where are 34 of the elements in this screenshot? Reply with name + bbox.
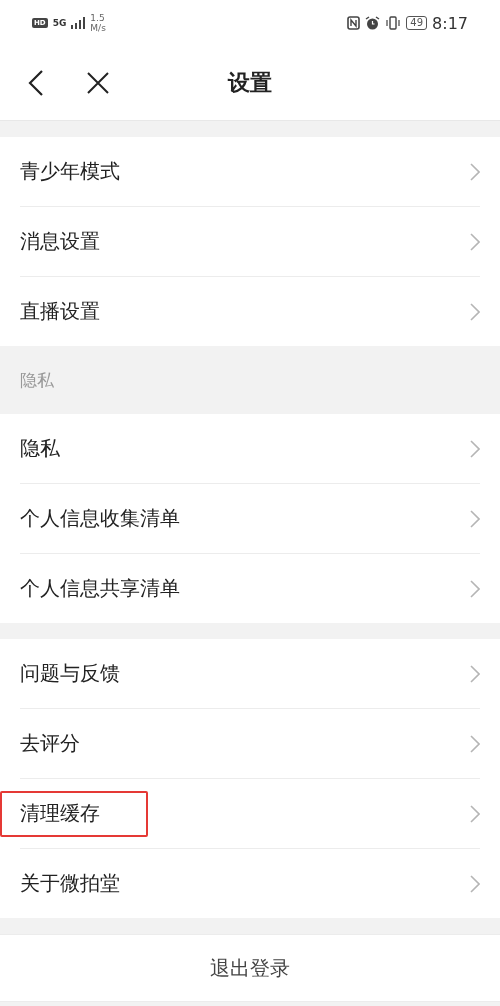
chevron-right-icon (470, 734, 480, 753)
settings-item[interactable]: 消息设置 (20, 228, 100, 255)
back-icon[interactable] (28, 70, 44, 96)
chevron-right-icon (470, 439, 480, 458)
chevron-right-icon (470, 804, 480, 823)
section-label: 隐私 (19, 368, 55, 392)
speed-value: 1.5 (90, 13, 106, 23)
alarm-icon (365, 16, 381, 30)
chevron-right-icon (470, 579, 480, 598)
settings-item[interactable]: 直播设置 (20, 298, 100, 325)
chevron-right-icon (470, 509, 480, 528)
chevron-right-icon (470, 232, 480, 251)
settings-item[interactable]: 青少年模式 (20, 158, 120, 185)
chevron-right-icon (470, 664, 480, 683)
settings-item[interactable]: 关于微拍堂 (20, 870, 120, 897)
speed-unit: M/s (90, 23, 106, 33)
settings-item[interactable]: 去评分 (20, 730, 80, 757)
settings-item[interactable]: 个人信息收集清单 (20, 505, 180, 532)
page-title: 设置 (228, 69, 272, 97)
vibrate-icon (385, 16, 402, 30)
close-icon[interactable] (87, 72, 109, 94)
status-time: 8:17 (432, 13, 468, 33)
chevron-right-icon (470, 302, 480, 321)
chevron-right-icon (470, 874, 480, 893)
settings-item[interactable]: 问题与反馈 (20, 660, 120, 687)
nfc-icon (347, 16, 361, 30)
settings-item[interactable]: 个人信息共享清单 (20, 575, 180, 602)
logout-button[interactable]: 退出登录 (0, 934, 500, 1002)
settings-item[interactable]: 隐私 (20, 435, 60, 462)
network-label: 5G (52, 18, 67, 28)
signal-icon (71, 17, 86, 29)
settings-item[interactable]: 清理缓存 (20, 800, 100, 827)
chevron-right-icon (470, 162, 480, 181)
battery-indicator: 49 (406, 16, 428, 30)
